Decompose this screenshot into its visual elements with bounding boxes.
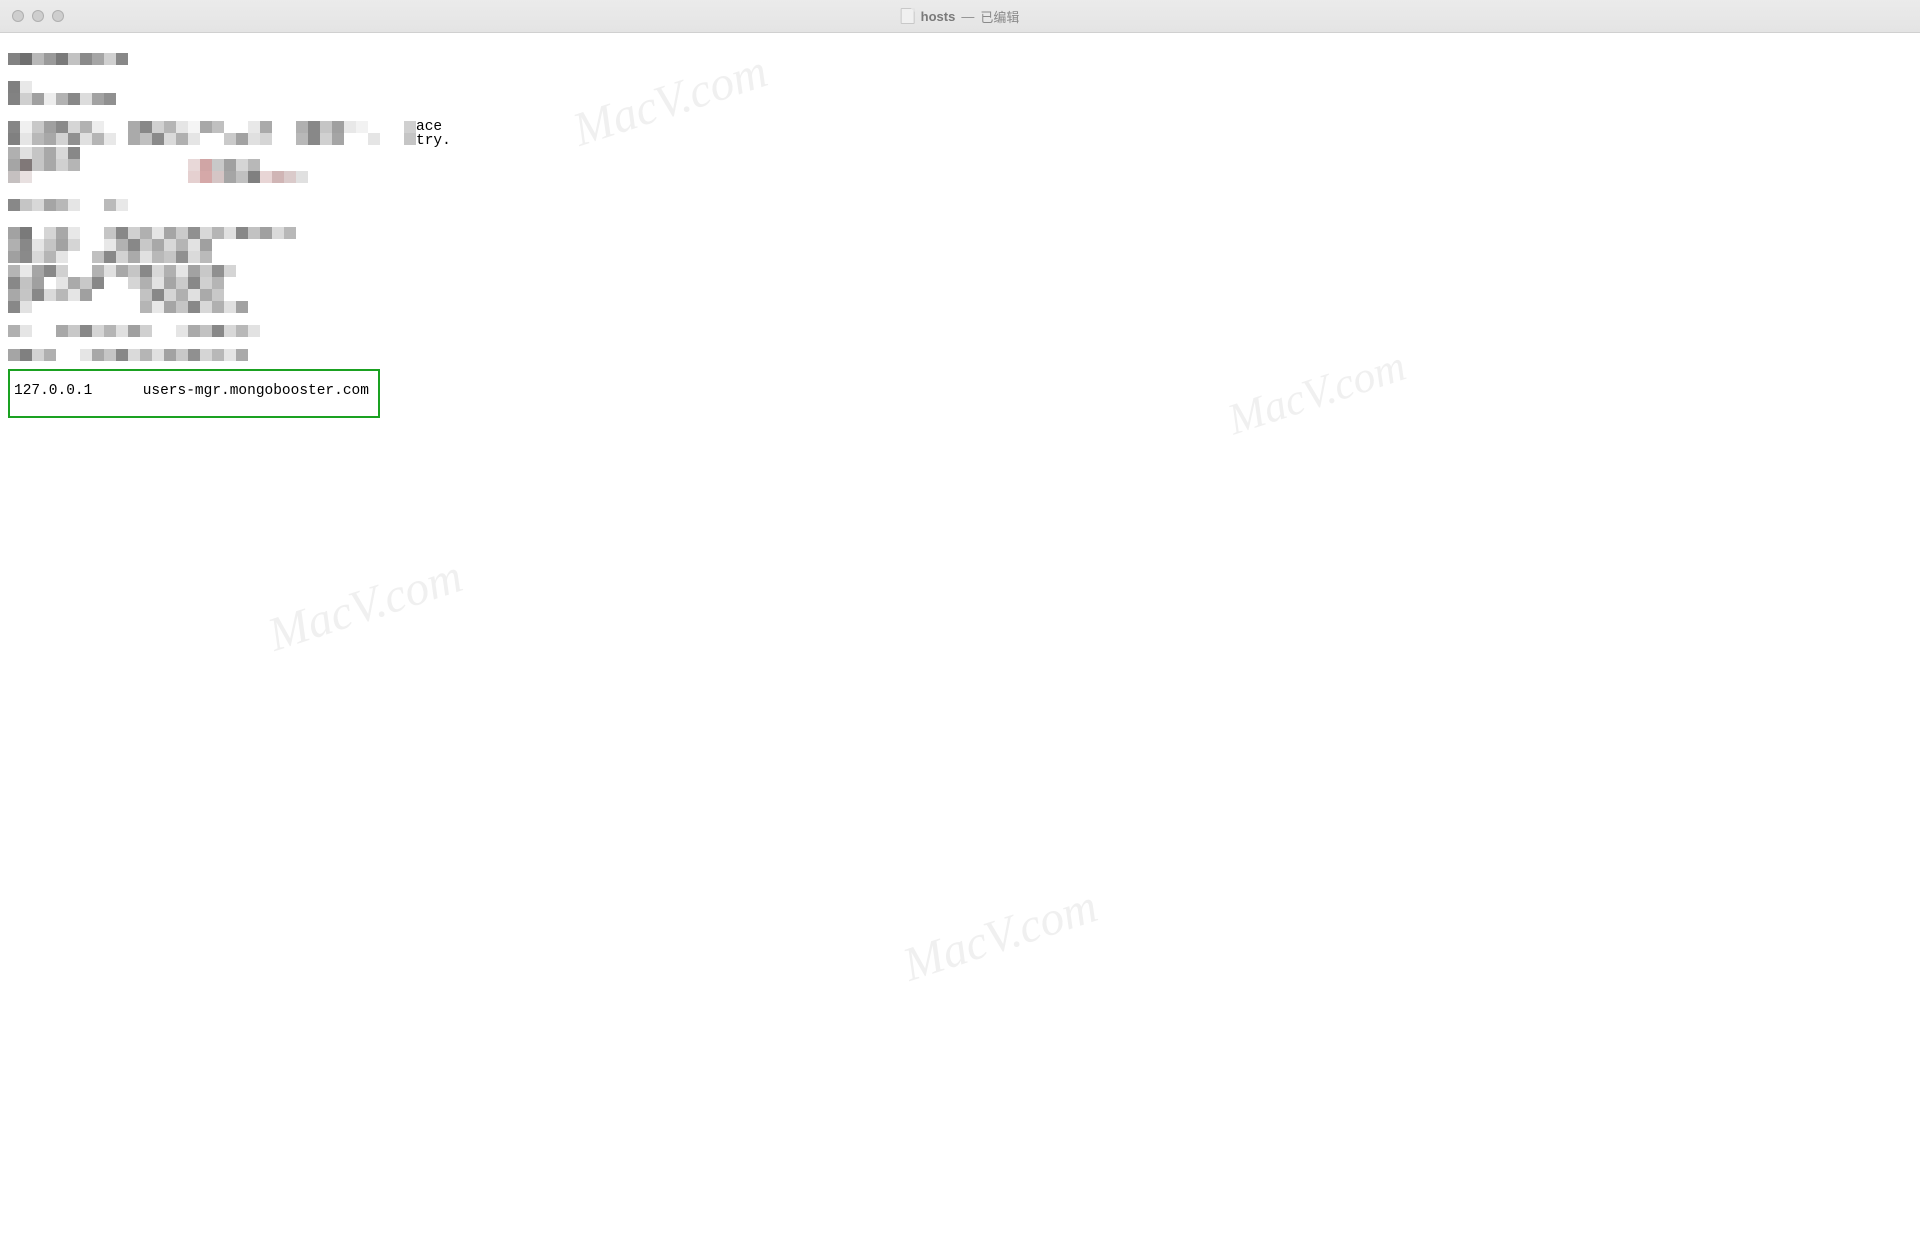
window-controls [0,10,64,22]
obscured-text-block [8,53,1912,65]
obscured-text-block [8,227,1912,263]
maximize-button[interactable] [52,10,64,22]
obscured-text-block [8,265,1912,313]
watermark-text: MacV.com [261,548,469,662]
editor-content-area[interactable]: ace try. [0,33,1920,1255]
obscured-text-block [8,147,1912,183]
highlighted-hosts-entry: 127.0.0.1 users-mgr.mongobooster.com [8,369,380,418]
hosts-ip-address: 127.0.0.1 [14,383,134,400]
close-button[interactable] [12,10,24,22]
obscured-text-block [8,199,1912,211]
window-title: hosts — 已编辑 [901,7,1020,26]
filename-label: hosts [921,9,956,24]
obscured-text-block [8,349,1912,361]
window-titlebar[interactable]: hosts — 已编辑 [0,0,1920,33]
title-separator: — [961,9,974,24]
obscured-text-block [8,325,1912,337]
document-icon [901,8,915,24]
edit-status-label: 已编辑 [980,7,1019,26]
minimize-button[interactable] [32,10,44,22]
watermark-text: MacV.com [896,878,1104,992]
hosts-domain: users-mgr.mongobooster.com [143,383,369,399]
obscured-text-block: ace try. [8,121,1912,145]
text-editor-window: hosts — 已编辑 ace [0,0,1920,1255]
obscured-text-block [8,81,1912,105]
